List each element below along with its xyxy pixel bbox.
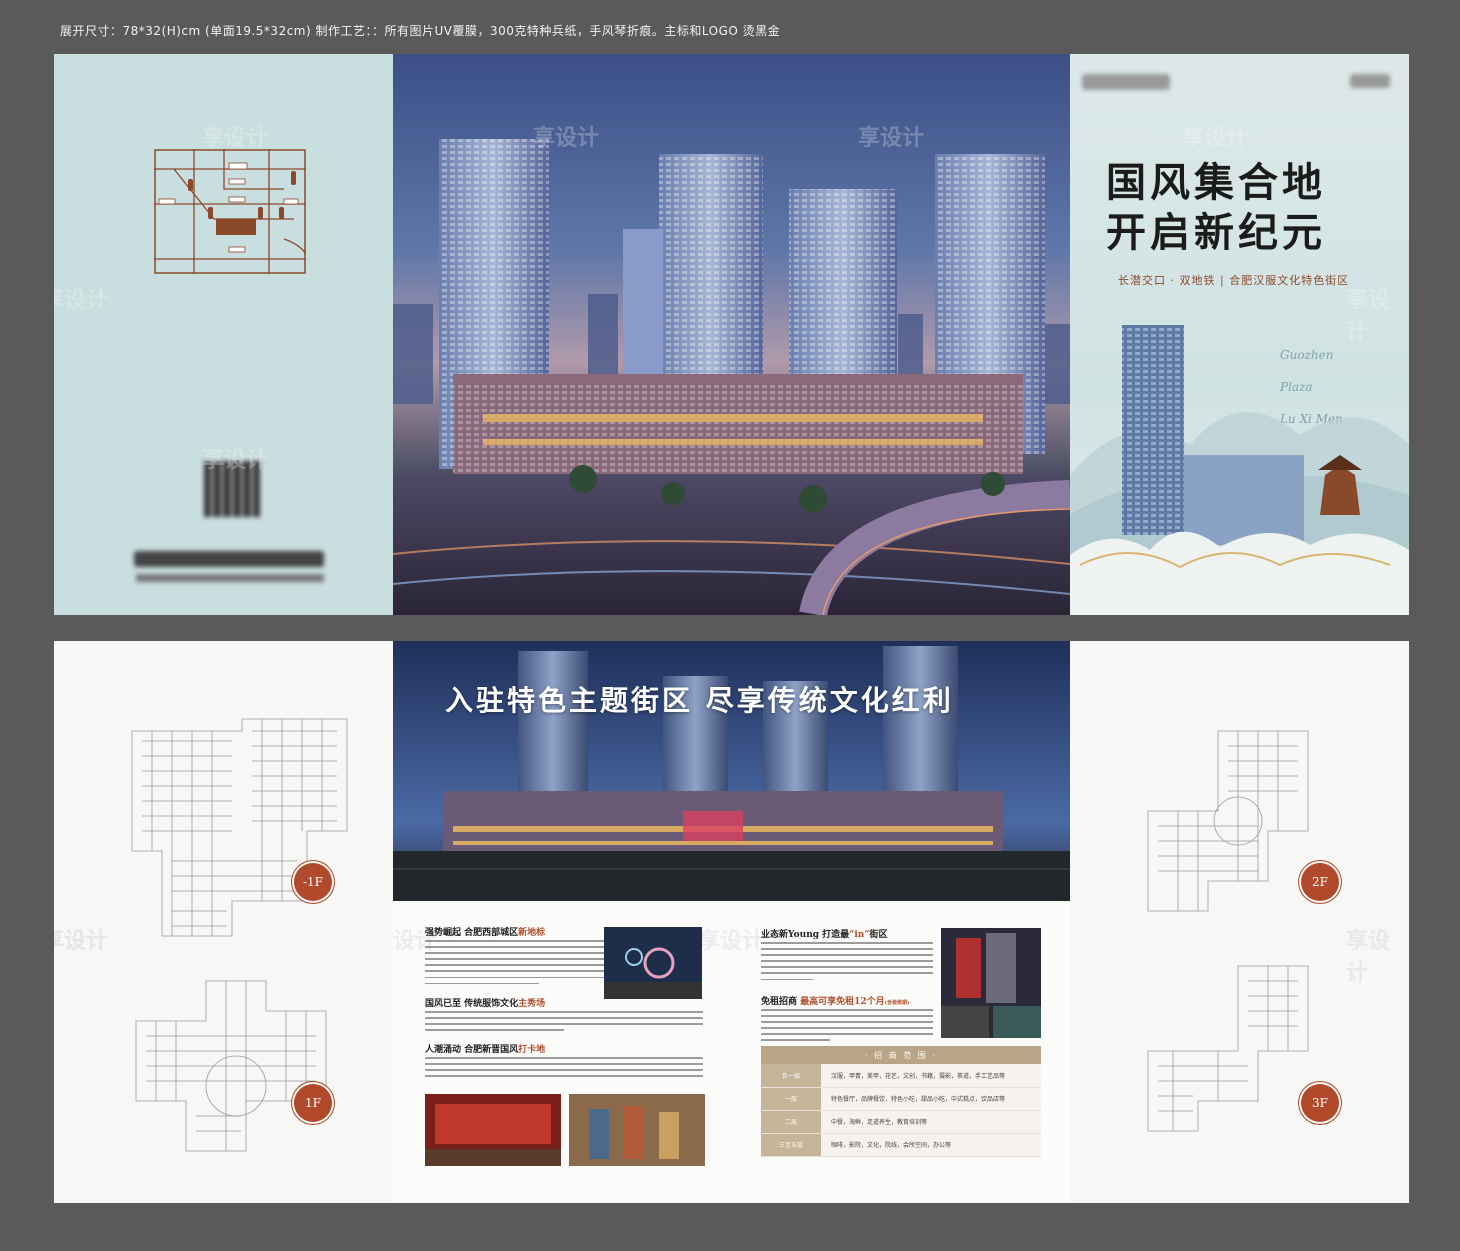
city-rendering-image xyxy=(393,139,1070,615)
back-panel: 享设计 享设计 享设计 xyxy=(54,54,393,615)
section-title-rentfree: 免租招商 最高可享免租12个月(含装修期) xyxy=(761,997,910,1007)
watermark: 享设计 xyxy=(54,288,109,313)
table-row: 三至五层 咖啡，影院，文化，院线，会所空间，办公等 xyxy=(761,1133,1041,1157)
watermark: 享设计 xyxy=(533,126,600,151)
hanfu-photo xyxy=(941,928,1041,1038)
cover-subtitle: 长潜交口 · 双地铁 | 合肥汉服文化特色街区 xyxy=(1118,274,1350,287)
inner-hero-panel: 享设计 享设计 xyxy=(393,54,1070,615)
floor-badge-2f: 2F xyxy=(1301,863,1339,901)
watermark: 享设计 xyxy=(1346,929,1391,986)
table-row: 二层 中餐，海鲜，足道养生，教育培训等 xyxy=(761,1110,1041,1134)
section-title-young: 业态新Young 打造最“in”街区 xyxy=(761,930,888,940)
logo-blurred xyxy=(1082,74,1170,90)
section-body-rentfree xyxy=(761,1009,933,1046)
watermark: 享设计 xyxy=(393,929,438,954)
center-headline: 入驻特色主题街区 尽享传统文化红利 xyxy=(445,684,954,717)
watermark: 享设计 xyxy=(1346,288,1391,345)
floor-plan-panel-left: -1F 1F 享设计 xyxy=(54,641,393,1203)
section-title-checkin: 人潮涌动 合肥新晋国风打卡地 xyxy=(425,1045,546,1055)
floor-badge-b1: -1F xyxy=(294,863,332,901)
table-header: · 招 商 范 围 · xyxy=(761,1046,1041,1064)
logo-blurred-right xyxy=(1350,74,1390,88)
front-cover-panel: 国风集合地 开启新纪元 长潜交口 · 双地铁 | 合肥汉服文化特色街区 Guoz… xyxy=(1070,54,1409,615)
address-line xyxy=(136,574,324,582)
section-body-young xyxy=(761,942,933,985)
section-title-landmark: 强势崛起 合肥西部城区新地标 xyxy=(425,928,546,938)
watermark: 享设计 xyxy=(202,126,269,151)
cover-title-line1: 国风集合地 xyxy=(1106,159,1326,206)
phone-number xyxy=(134,551,324,567)
cover-illustration xyxy=(1070,325,1409,615)
floor-plan-b1 xyxy=(131,718,348,937)
cover-title-line2: 开启新纪元 xyxy=(1106,209,1326,256)
floor-plan-1f xyxy=(135,980,327,1152)
floor-badge-3f: 3F xyxy=(1301,1084,1339,1122)
section-body-checkin xyxy=(425,1057,703,1081)
section-body-hanfu xyxy=(425,1011,703,1035)
watermark: 享设计 xyxy=(858,126,925,151)
section-title-hanfu: 国风已至 传统服饰文化主秀场 xyxy=(425,999,546,1009)
leasing-scope-table: · 招 商 范 围 · 负一层 汉服，甲胄，美甲，花艺，文创，书籍，摄影，茶道，手… xyxy=(761,1046,1041,1157)
center-content-panel: 入驻特色主题街区 尽享传统文化红利 强势崛起 合肥西部城区新地标 国风已至 传统… xyxy=(393,641,1070,1203)
aerial-photo xyxy=(604,927,702,999)
table-row: 一层 特色餐厅，品牌餐饮，特色小吃，甜品小吃，中式糕点，饮品店等 xyxy=(761,1087,1041,1111)
location-map xyxy=(154,149,306,274)
section-body-landmark xyxy=(425,940,615,989)
print-spec-line: 展开尺寸：78*32(H)cm (单面19.5*32cm) 制作工艺：：所有图片… xyxy=(60,24,781,38)
table-row: 负一层 汉服，甲胄，美甲，花艺，文创，书籍，摄影，茶道，手工艺品等 xyxy=(761,1064,1041,1088)
watermark: 享设计 xyxy=(1182,126,1249,151)
floor-badge-1f: 1F xyxy=(294,1084,332,1122)
watermark: 享设计 xyxy=(54,929,109,954)
event-photo-2 xyxy=(569,1094,705,1166)
floor-plan-panel-right: 2F 3F 享设计 xyxy=(1070,641,1409,1203)
watermark: 享设计 xyxy=(698,929,765,954)
event-photo-1 xyxy=(425,1094,561,1166)
watermark: 享设计 xyxy=(202,448,269,473)
cover-title: 国风集合地 开启新纪元 xyxy=(1106,158,1326,258)
